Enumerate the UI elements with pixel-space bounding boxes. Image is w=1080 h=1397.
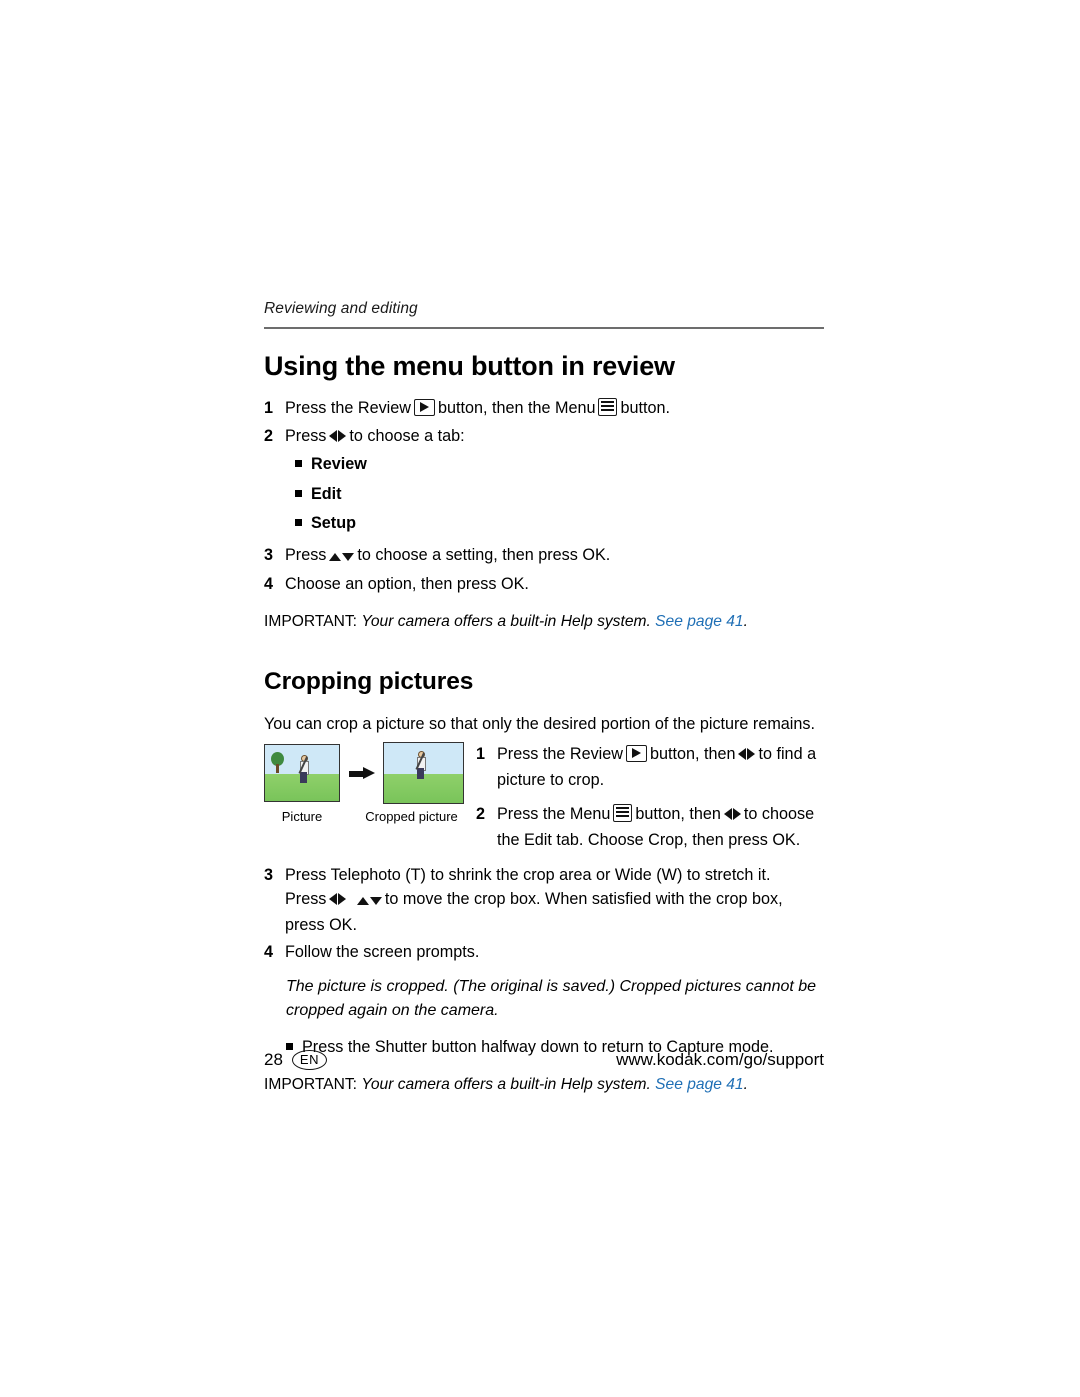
document-page: Reviewing and editing Using the menu but… — [0, 0, 1080, 1397]
picture-thumbnail — [264, 744, 340, 803]
step-item: 1 Press the Review button, then to find a … — [476, 742, 824, 792]
important-text: Your camera offers a built-in Help syste… — [361, 613, 651, 631]
tab-label-edit: Edit — [311, 484, 342, 503]
golfer-illustration — [414, 751, 431, 787]
step-text: Press the Review button, then the Menu but… — [285, 396, 824, 421]
section-title-cropping: Cropping pictures — [264, 667, 474, 695]
cropped-picture-thumbnail — [382, 742, 464, 805]
step-text-part: button, then — [649, 745, 736, 764]
important-note: IMPORTANT: Your camera offers a built-in… — [264, 1073, 824, 1096]
step-text-part: Press — [285, 546, 327, 565]
step-text-part: Press the Menu — [497, 805, 611, 824]
language-badge: EN — [291, 1050, 327, 1070]
tab-label-review: Review — [311, 455, 367, 474]
tree-illustration — [270, 751, 284, 774]
header-rule — [264, 327, 824, 329]
step-text: Choose an option, then press OK. — [285, 574, 529, 593]
step-item: 4 Follow the screen prompts. — [264, 940, 824, 965]
play-button-icon — [625, 745, 647, 763]
golfer-illustration — [297, 755, 311, 785]
step-number: 1 — [264, 399, 274, 417]
list-item: Review — [264, 452, 824, 476]
figure-thumbnails — [264, 742, 464, 805]
step-text-part: Press the Review — [285, 399, 411, 417]
important-text: Your camera offers a built-in Help syste… — [361, 1076, 651, 1094]
step-text: Press to choose a tab: — [285, 424, 824, 450]
left-right-arrows-icon — [329, 425, 347, 450]
left-right-arrows-icon — [738, 743, 756, 768]
step-number: 2 — [264, 426, 274, 445]
important-note: IMPORTANT: Your camera offers a built-in… — [264, 610, 824, 633]
step-text: Follow the screen prompts. — [285, 943, 480, 962]
step-number: 4 — [264, 943, 274, 962]
step-text-part: Press — [285, 890, 327, 909]
step-text-part: button, then the Menu — [437, 399, 596, 417]
section-title-menu-button: Using the menu button in review — [264, 351, 675, 381]
see-page-link[interactable]: See page 41 — [655, 1076, 743, 1093]
cropping-result-note: The picture is cropped. (The original is… — [286, 978, 817, 1020]
footer-left: 28 EN — [264, 1050, 327, 1070]
page-number: 28 — [264, 1050, 283, 1069]
step-number: 3 — [264, 865, 274, 884]
important-period: . — [743, 1076, 748, 1094]
step-number: 1 — [476, 745, 486, 764]
page-content: Reviewing and editing Using the menu but… — [264, 300, 824, 1097]
step-number: 2 — [476, 805, 486, 824]
step-text: Press the Menu button, then to choose the … — [497, 802, 824, 852]
step-item: 2 Press the Menu button, then to choose th… — [476, 802, 824, 852]
step-text-part: to choose a setting, then press OK. — [357, 546, 611, 565]
support-url[interactable]: www.kodak.com/go/support — [616, 1050, 824, 1070]
step-item: 3 Press Telephoto (T) to shrink the crop… — [264, 863, 824, 938]
step-item: 2 Press to choose a tab: — [264, 424, 824, 450]
running-head: Reviewing and editing — [264, 300, 418, 317]
important-label: IMPORTANT: — [264, 613, 357, 631]
step-text-part: button, then — [635, 805, 721, 824]
page-footer: 28 EN www.kodak.com/go/support — [264, 1050, 824, 1070]
left-right-arrows-icon — [723, 803, 741, 828]
caption-picture: Picture — [281, 809, 323, 825]
tab-label-setup: Setup — [311, 513, 356, 532]
list-item: Edit — [264, 482, 824, 506]
menu-button-icon — [613, 804, 633, 823]
left-right-arrows-icon — [329, 888, 347, 913]
step-text: Press the Review button, then to find a pi… — [497, 742, 824, 792]
step-text-line1: Press Telephoto (T) to shrink the crop a… — [285, 865, 771, 884]
step-text-part: to choose a tab: — [349, 426, 465, 445]
figure-captions: Picture Cropped picture — [264, 809, 464, 824]
step-item: 3 Press to choose a setting, then press O… — [264, 543, 824, 569]
see-page-link[interactable]: See page 41 — [655, 613, 743, 630]
step-text: Press to choose a setting, then press OK. — [285, 543, 824, 569]
figure-side-steps: 1 Press the Review button, then to find a … — [476, 742, 824, 853]
step-number: 4 — [264, 574, 274, 593]
figure-and-steps: Picture Cropped picture 1 Press the Revi… — [264, 742, 824, 853]
step-text-part: Press — [285, 426, 327, 445]
up-down-arrows-icon — [356, 888, 382, 913]
step-text-part: button. — [620, 399, 670, 417]
important-label: IMPORTANT: — [264, 1076, 357, 1094]
step-item: 1 Press the Review button, then the Menu b… — [264, 396, 824, 421]
step-item: 4 Choose an option, then press OK. — [264, 572, 824, 597]
caption-cropped-picture: Cropped picture — [365, 809, 458, 825]
up-down-arrows-icon — [329, 544, 355, 569]
list-item: Setup — [264, 511, 824, 535]
step-text: Press Telephoto (T) to shrink the crop a… — [285, 863, 824, 938]
step-text-part: Press the Review — [497, 745, 623, 764]
square-bullet-icon — [295, 489, 302, 497]
square-bullet-icon — [295, 460, 302, 468]
step-number: 3 — [264, 546, 274, 565]
menu-button-icon — [598, 398, 618, 416]
important-period: . — [743, 613, 748, 631]
play-button-icon — [413, 399, 435, 416]
cropping-intro: You can crop a picture so that only the … — [264, 714, 815, 733]
arrow-right-icon — [348, 767, 375, 780]
cropping-figure: Picture Cropped picture — [264, 742, 464, 824]
square-bullet-icon — [295, 518, 302, 526]
